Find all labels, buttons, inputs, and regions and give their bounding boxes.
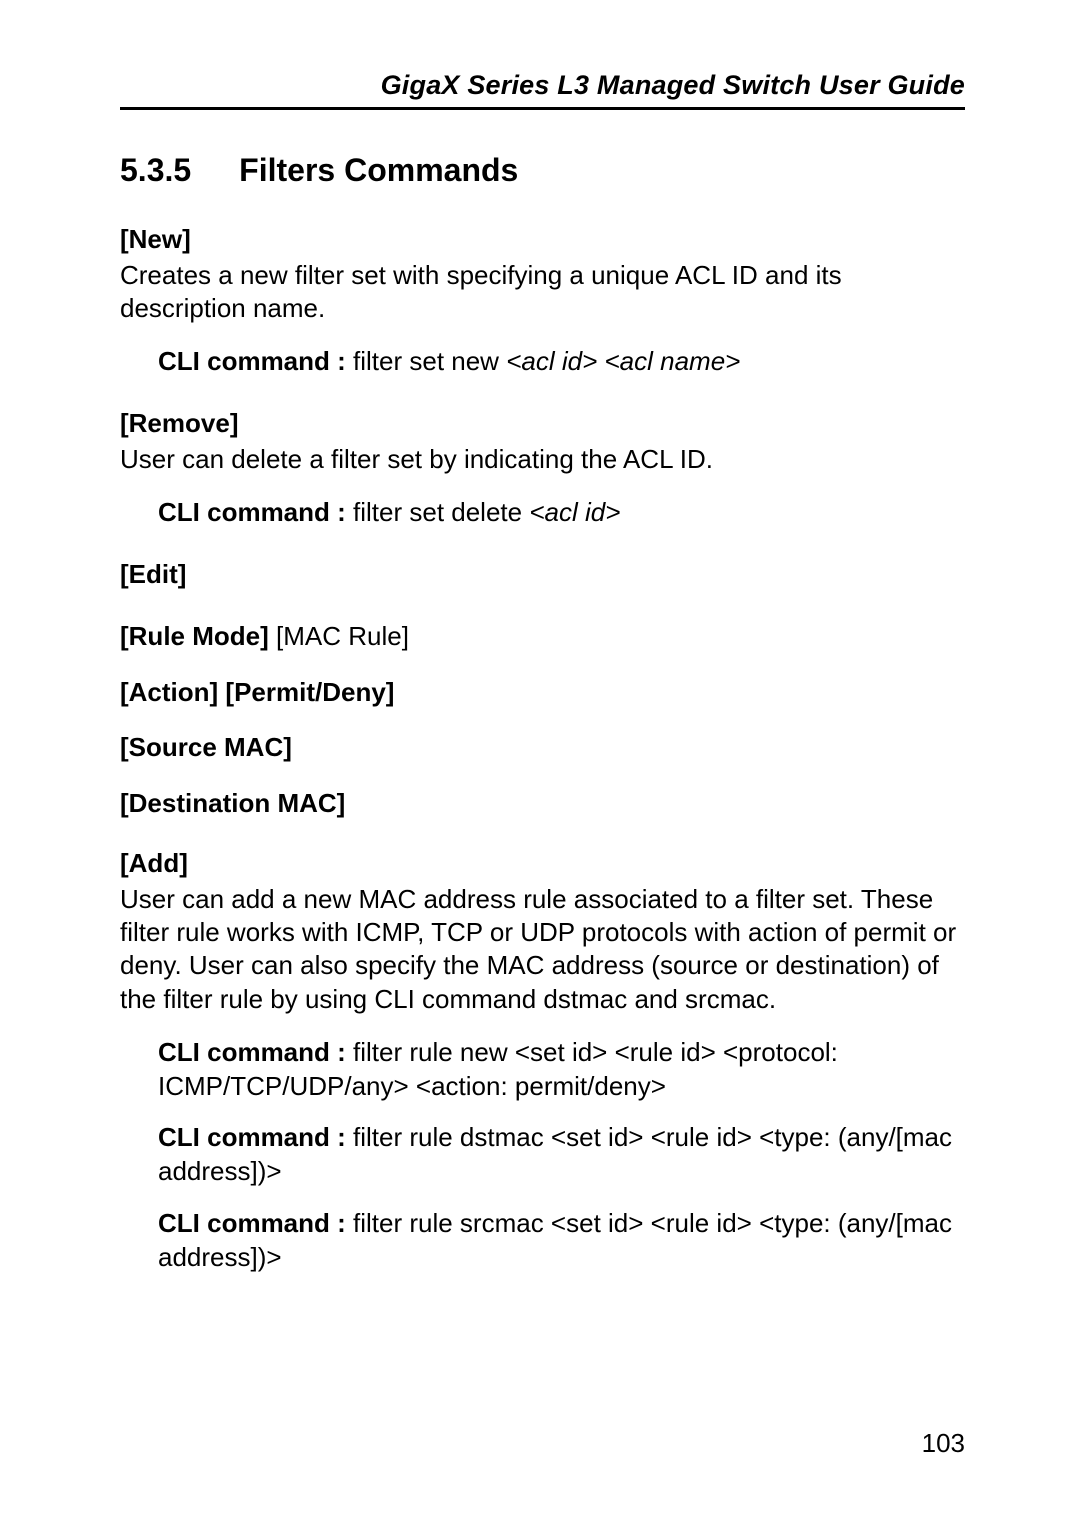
command-new: [New] Creates a new filter set with spec…	[120, 223, 965, 379]
command-add-desc: User can add a new MAC address rule asso…	[120, 883, 965, 1016]
command-remove: [Remove] User can delete a filter set by…	[120, 407, 965, 530]
rule-mode-value: [MAC Rule]	[276, 621, 409, 651]
cli-add-srcmac: CLI command : filter rule srcmac <set id…	[158, 1207, 965, 1275]
command-remove-desc: User can delete a filter set by indicati…	[120, 443, 965, 476]
command-source-mac: [Source MAC]	[120, 731, 965, 765]
cli-label: CLI command :	[158, 1037, 353, 1067]
section-title: Filters Commands	[239, 152, 518, 188]
document-page: GigaX Series L3 Managed Switch User Guid…	[0, 0, 1080, 1529]
command-edit: [Edit]	[120, 558, 965, 592]
command-remove-title: [Remove]	[120, 407, 965, 441]
rule-mode-label: [Rule Mode]	[120, 621, 276, 651]
cli-remove: CLI command : filter set delete <acl id>	[158, 496, 965, 530]
cli-cmd: filter set new	[353, 346, 506, 376]
page-number: 103	[922, 1428, 965, 1459]
cli-label: CLI command :	[158, 346, 353, 376]
cli-label: CLI command :	[158, 497, 353, 527]
cli-label: CLI command :	[158, 1122, 353, 1152]
cli-new: CLI command : filter set new <acl id> <a…	[158, 345, 965, 379]
command-new-title: [New]	[120, 223, 965, 257]
cli-label: CLI command :	[158, 1208, 353, 1238]
cli-cmd: filter set delete	[353, 497, 529, 527]
section-number: 5.3.5	[120, 152, 191, 189]
command-new-desc: Creates a new filter set with specifying…	[120, 259, 965, 326]
command-add-title: [Add]	[120, 847, 965, 881]
command-action: [Action] [Permit/Deny]	[120, 676, 965, 710]
command-rule-mode: [Rule Mode] [MAC Rule]	[120, 620, 965, 654]
cli-add-dstmac: CLI command : filter rule dstmac <set id…	[158, 1121, 965, 1189]
running-header: GigaX Series L3 Managed Switch User Guid…	[120, 70, 965, 110]
command-add: [Add] User can add a new MAC address rul…	[120, 847, 965, 1275]
cli-args: <acl id> <acl name>	[506, 346, 740, 376]
command-destination-mac: [Destination MAC]	[120, 787, 965, 821]
cli-args: <acl id>	[529, 497, 620, 527]
section-heading: 5.3.5 Filters Commands	[120, 152, 965, 189]
cli-add-new: CLI command : filter rule new <set id> <…	[158, 1036, 965, 1104]
